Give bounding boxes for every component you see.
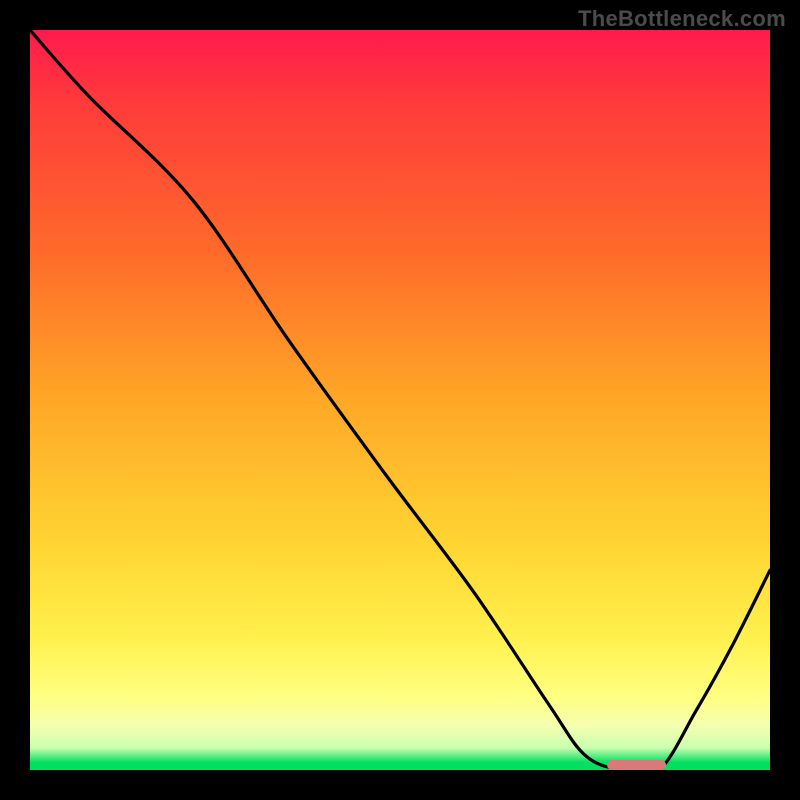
valley-marker [607,760,666,770]
bottleneck-curve [30,30,770,770]
plot-area [30,30,770,770]
watermark-text: TheBottleneck.com [578,6,786,32]
